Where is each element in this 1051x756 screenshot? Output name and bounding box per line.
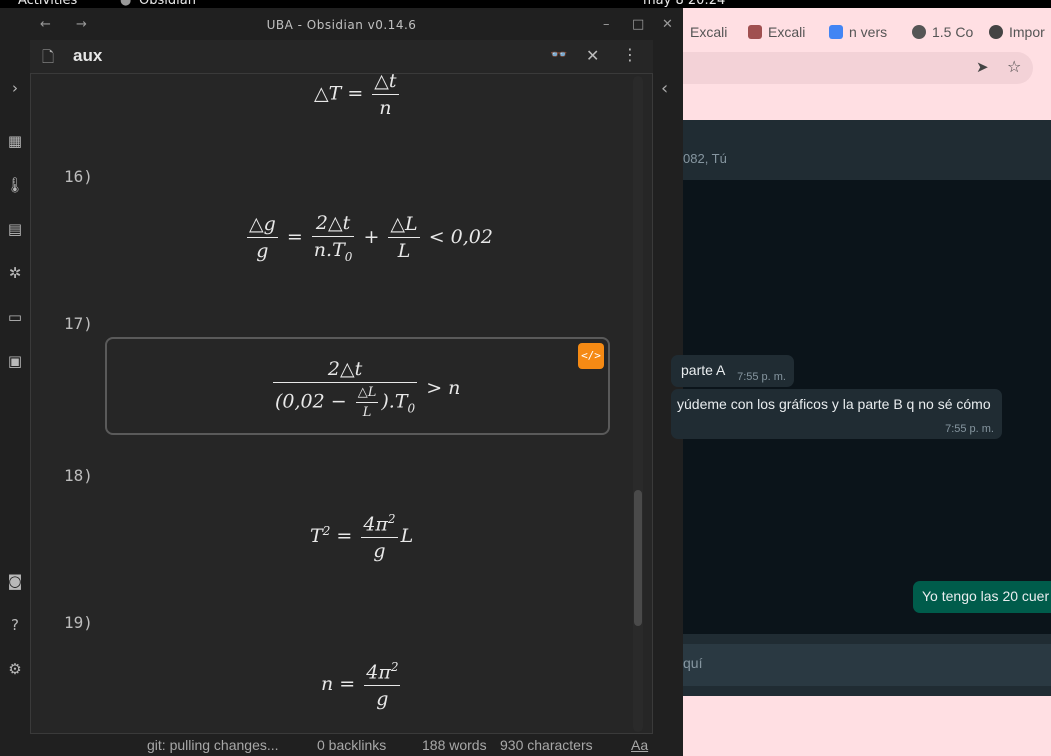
- globe-favicon-icon: [912, 25, 926, 39]
- list-number: 16): [64, 167, 93, 186]
- cards-icon[interactable]: ▭: [5, 307, 25, 327]
- window-titlebar: ← → UBA - Obsidian v0.14.6 – □ ✕: [0, 8, 683, 40]
- equation-n-bound: 2△t (0,02 − △L L).T0 > n: [273, 358, 461, 420]
- dashboard-icon[interactable]: ▣: [5, 351, 25, 371]
- bookmark-star-icon[interactable]: ☆: [1007, 57, 1021, 76]
- scrollbar-track[interactable]: [633, 76, 643, 732]
- reading-mode-icon[interactable]: 👓: [550, 47, 567, 63]
- address-bar[interactable]: ➤ ☆: [683, 52, 1033, 84]
- incoming-message: yúdeme con los gráficos y la parte B q n…: [671, 389, 1002, 439]
- message-input-placeholder: quí: [683, 655, 703, 671]
- activities-button[interactable]: Activities: [18, 0, 77, 8]
- expand-sidebar-icon[interactable]: ›: [5, 78, 25, 98]
- close-tab-icon[interactable]: ✕: [586, 46, 599, 65]
- browser-tab[interactable]: n vers: [829, 24, 887, 44]
- excalidraw-favicon-icon: [748, 25, 762, 39]
- equation-delta-T: △T = △t n: [314, 70, 399, 119]
- app-menu[interactable]: Obsidian: [139, 0, 196, 8]
- table-icon[interactable]: ▦: [5, 131, 25, 151]
- browser-tab[interactable]: Excali: [748, 24, 805, 44]
- app-icon: ●: [120, 0, 132, 8]
- scrollbar-thumb[interactable]: [634, 490, 642, 626]
- word-count: 188 words: [422, 737, 487, 753]
- google-favicon-icon: [829, 25, 843, 39]
- chat-participants: 082, Tú: [683, 151, 727, 166]
- clock[interactable]: may 8 20:24: [643, 0, 725, 8]
- left-ribbon: › ▦ 🌡︎ ▤ ✲ ▭ ▣ ◙ ? ⚙: [0, 40, 31, 756]
- thermometer-icon[interactable]: 🌡︎: [5, 175, 25, 195]
- file-icon: 🗋: [42, 48, 55, 66]
- more-options-icon[interactable]: ⋮: [622, 45, 638, 64]
- vault-icon[interactable]: ◙: [5, 571, 25, 591]
- minimize-icon[interactable]: –: [603, 17, 610, 32]
- send-icon[interactable]: ➤: [976, 58, 989, 76]
- settings-gear-icon[interactable]: ⚙: [5, 659, 25, 679]
- browser-tab[interactable]: 1.5 Co: [912, 24, 973, 44]
- outgoing-message: Yo tengo las 20 cuer: [913, 581, 1051, 613]
- maximize-icon[interactable]: □: [632, 17, 644, 32]
- close-window-icon[interactable]: ✕: [662, 17, 673, 32]
- incoming-message: parte A 7:55 p. m.: [671, 355, 794, 387]
- browser-tab[interactable]: Excali: [690, 24, 727, 44]
- equation-period-squared: T2 = 4π2 g L: [310, 512, 414, 563]
- equation-n-value: n = 4π2 g: [321, 660, 401, 711]
- list-number: 17): [64, 314, 93, 333]
- browser-tab[interactable]: Impor: [989, 24, 1045, 44]
- help-icon[interactable]: ?: [5, 615, 25, 635]
- chat-header[interactable]: 082, Tú: [683, 120, 1051, 180]
- collapse-right-icon[interactable]: ‹: [661, 78, 668, 99]
- window-title: UBA - Obsidian v0.14.6: [266, 18, 417, 32]
- document-icon[interactable]: ▤: [5, 219, 25, 239]
- git-status[interactable]: git: pulling changes...: [147, 737, 279, 753]
- status-bar: git: pulling changes... 0 backlinks 188 …: [30, 734, 683, 756]
- list-number: 18): [64, 466, 93, 485]
- list-number: 19): [64, 613, 93, 632]
- backlinks-count[interactable]: 0 backlinks: [317, 737, 386, 753]
- graph-view-icon[interactable]: ✲: [5, 263, 25, 283]
- message-input[interactable]: quí: [683, 644, 1051, 686]
- browser-tab-strip: Excali Excali n vers 1.5 Co Impor: [683, 8, 1051, 56]
- font-size-icon[interactable]: Aa: [631, 737, 648, 753]
- equation-relative-error: △g g = 2△t n.T0 + △L L < 0,02: [247, 212, 493, 264]
- code-toggle-button[interactable]: </>: [578, 343, 604, 369]
- character-count: 930 characters: [500, 737, 593, 753]
- pane-header: 🗋 👓 ✕ ⋮: [30, 40, 653, 74]
- note-title: aux: [73, 46, 103, 65]
- system-top-bar: Activities ● Obsidian may 8 20:24: [0, 0, 1051, 8]
- site-favicon-icon: [989, 25, 1003, 39]
